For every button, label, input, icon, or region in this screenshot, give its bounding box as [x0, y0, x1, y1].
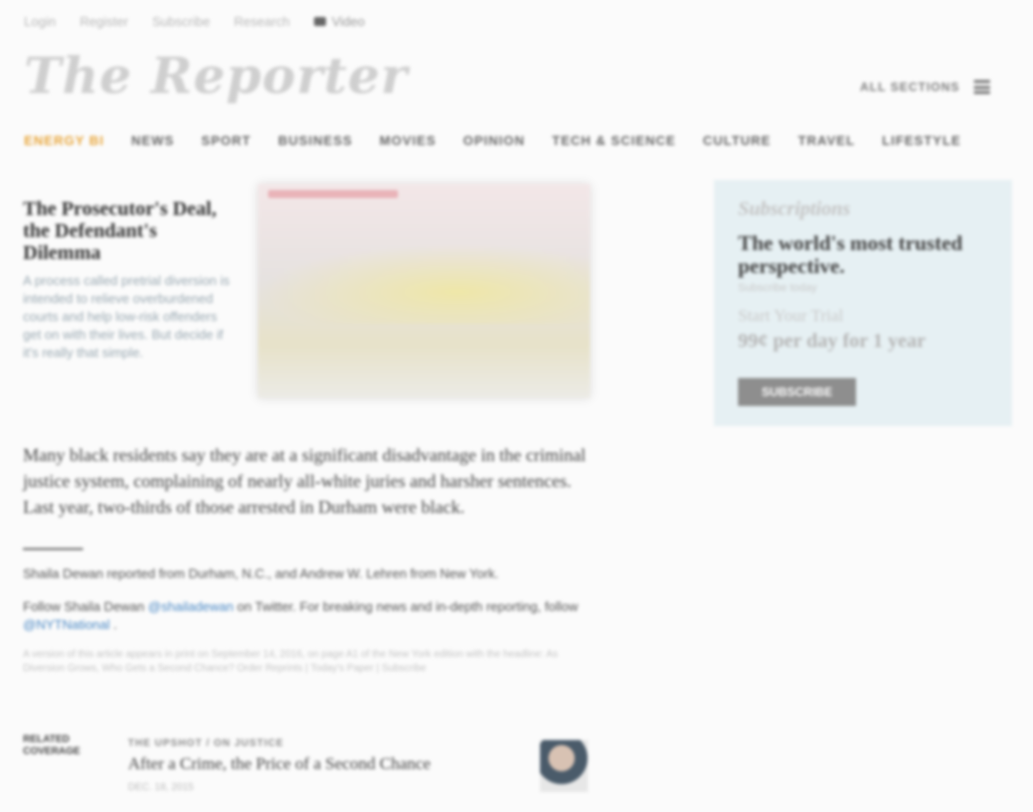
feature-story[interactable]: The Prosecutor's Deal, the Defendant's D… — [23, 198, 238, 362]
video-link[interactable]: Video — [313, 14, 365, 29]
section-link-movies[interactable]: MOVIES — [380, 133, 437, 148]
promo-brand: Subscriptions — [738, 198, 851, 220]
feature-image[interactable] — [258, 184, 590, 398]
video-link-label: Video — [331, 14, 365, 29]
related-coverage-label: RELATED COVERAGE — [23, 734, 81, 757]
related-article-date: DEC. 18, 2015 — [128, 782, 194, 793]
image-glow — [258, 244, 590, 324]
feature-description: A process called pretrial diversion is i… — [23, 273, 230, 360]
author-twitter-link[interactable]: @shailadewan — [148, 599, 233, 614]
related-article-thumbnail[interactable] — [540, 740, 588, 792]
all-sections-menu[interactable]: ALL SECTIONS — [860, 80, 990, 94]
promo-small-text: Subscribe today — [738, 282, 817, 294]
all-sections-label: ALL SECTIONS — [860, 80, 960, 94]
section-nav: ENERGY BI NEWS SPORT BUSINESS MOVIES OPI… — [24, 133, 961, 148]
hamburger-menu-icon[interactable] — [973, 80, 990, 94]
site-logo[interactable]: The Reporter — [24, 46, 408, 105]
follow-mid: on Twitter. For breaking news and in-dep… — [237, 599, 578, 614]
subscribe-link[interactable]: Subscribe — [152, 14, 210, 29]
section-link-culture[interactable]: CULTURE — [703, 133, 771, 148]
subscription-promo: Subscriptions The world's most trusted p… — [714, 180, 1012, 426]
section-link-business[interactable]: BUSINESS — [278, 133, 352, 148]
print-version-note: A version of this article appears in pri… — [23, 649, 558, 674]
section-link-tech-science[interactable]: TECH & SCIENCE — [552, 133, 676, 148]
section-link-energy[interactable]: ENERGY BI — [24, 133, 104, 148]
national-twitter-link[interactable]: @NYTNational — [23, 617, 110, 632]
section-link-opinion[interactable]: OPINION — [463, 133, 525, 148]
follow-end: . — [113, 617, 118, 632]
subscribe-button[interactable]: SUBSCRIBE — [738, 378, 856, 406]
feature-title[interactable]: The Prosecutor's Deal, the Defendant's D… — [23, 198, 238, 264]
section-link-lifestyle[interactable]: LIFESTYLE — [882, 133, 961, 148]
section-link-travel[interactable]: TRAVEL — [798, 133, 855, 148]
promo-price: 99¢ per day for 1 year — [738, 330, 926, 352]
research-link[interactable]: Research — [234, 14, 290, 29]
promo-headline: The world's most trusted perspective. — [738, 231, 963, 278]
promo-offer: Start Your Trial — [738, 306, 844, 325]
top-utility-nav: Login Register Subscribe Research Video — [24, 14, 365, 29]
related-kicker[interactable]: THE UPSHOT / ON JUSTICE — [128, 738, 284, 749]
section-link-sport[interactable]: SPORT — [201, 133, 251, 148]
register-link[interactable]: Register — [80, 14, 128, 29]
section-link-news[interactable]: NEWS — [131, 133, 174, 148]
follow-prefix: Follow Shaila Dewan — [23, 599, 145, 614]
divider — [23, 548, 83, 550]
article-credit: Shaila Dewan reported from Durham, N.C.,… — [23, 566, 499, 581]
related-article-title[interactable]: After a Crime, the Price of a Second Cha… — [128, 754, 431, 774]
image-overlay-text — [268, 190, 398, 198]
login-link[interactable]: Login — [24, 14, 56, 29]
article-lead-paragraph: Many black residents say they are at a s… — [23, 445, 586, 517]
video-camera-icon — [313, 17, 326, 26]
follow-line: Follow Shaila Dewan @shailadewan on Twit… — [23, 598, 598, 634]
